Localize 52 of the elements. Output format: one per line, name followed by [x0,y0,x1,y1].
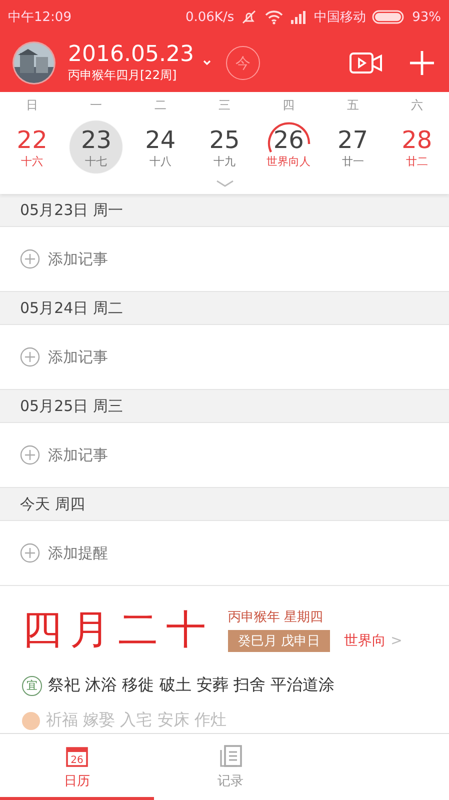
signal-icon [290,10,308,24]
day-cell[interactable]: 22 十六 [0,118,64,176]
day-heading: 05月24日 周二 [0,292,449,325]
weekday-label: 一 [89,97,104,114]
day-cell[interactable]: 24 十八 [128,118,192,176]
day-heading: 05月25日 周三 [0,390,449,423]
caret-icon[interactable] [202,59,212,67]
add-circle-icon[interactable] [20,543,40,563]
tab[interactable]: 记录 [154,734,308,800]
weekday-label: 六 [410,97,424,114]
calendar-icon: 26 [64,744,89,768]
add-entry-link[interactable]: 添加记事 [48,446,108,464]
day-heading: 05月23日 周一 [0,194,449,227]
current-date[interactable]: 2016.05.23 [68,42,194,66]
wifi-icon [264,9,284,25]
battery-icon [372,10,406,24]
avatar[interactable] [12,41,56,85]
add-entry-link[interactable]: 添加记事 [48,250,108,268]
good-mark: 宜 [22,676,42,696]
good-activities: 祭祀 沐浴 移徙 破土 安葬 扫舍 平治道涂 [48,675,335,696]
add-circle-icon[interactable] [20,347,40,367]
network-speed: 0.06K/s [185,10,234,24]
muted-bell-icon [240,9,258,25]
weekday-label: 日 [25,97,40,114]
lunar-date: 丙申猴年四月[22周] [68,66,178,84]
battery-percent: 93% [412,10,441,24]
festival-link[interactable]: 世界向 > [344,632,402,650]
lunar-date-title: 四月二十 [22,606,214,655]
ganzhi-tag: 癸巳月 戊申日 [228,630,330,652]
notes-icon [218,744,242,768]
add-circle-icon[interactable] [20,249,40,269]
day-cell[interactable]: 25 十九 [192,118,257,176]
expand-chevron-icon[interactable] [214,180,234,188]
weekday-label: 三 [217,97,232,114]
bad-mark-icon [22,712,40,730]
day-cell[interactable]: 26 世界向人 [256,118,321,176]
year-weekday: 丙申猴年 星期四 [228,608,324,626]
video-icon[interactable] [349,51,383,75]
weekday-label: 五 [346,97,360,114]
add-icon[interactable] [409,50,435,76]
carrier-name: 中国移动 [314,9,366,26]
status-time: 中午12:09 [8,9,72,26]
day-cell[interactable]: 28 廿二 [384,118,449,176]
day-cell[interactable]: 27 廿一 [320,118,385,176]
add-entry-link[interactable]: 添加提醒 [48,544,108,562]
add-circle-icon[interactable] [20,445,40,465]
weekday-label: 四 [282,97,296,114]
tab[interactable]: 26 日历 [0,734,154,800]
weekday-label: 二 [153,97,168,114]
bad-activities: 祈福 嫁娶 入宅 安床 作灶 [46,710,226,731]
add-entry-link[interactable]: 添加记事 [48,348,108,366]
day-heading: 今天 周四 [0,488,449,521]
